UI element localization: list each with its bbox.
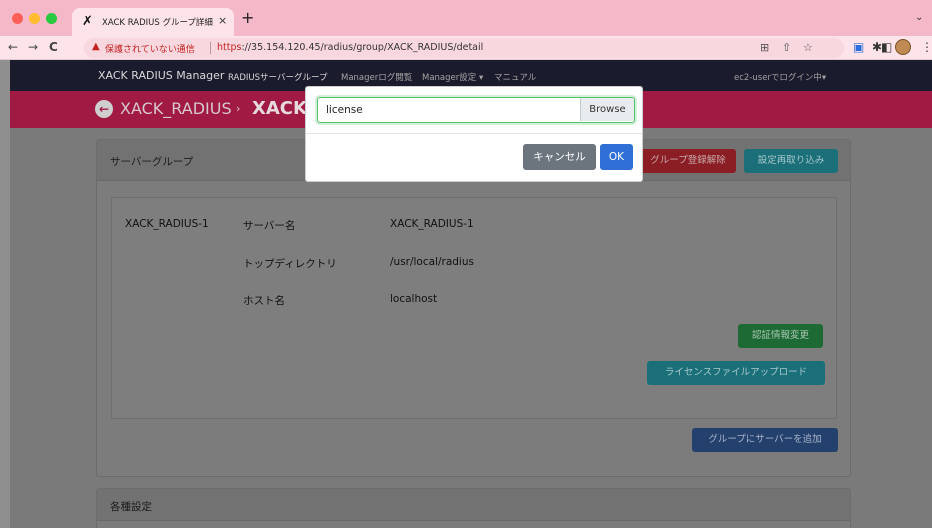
field-label-top-directory: トップディレクトリ (243, 258, 337, 270)
reload-icon[interactable]: C (49, 40, 58, 54)
field-label-hostname: ホスト名 (243, 295, 285, 307)
server-group-card: サーバーグループ グループ登録解除 設定再取り込み XACK_RADIUS-1 … (96, 139, 851, 477)
breadcrumb-arrow-icon: › (236, 102, 241, 115)
settings-header: 各種設定 (97, 489, 850, 521)
server-heading: XACK_RADIUS-1 (125, 218, 209, 230)
bookmark-star-icon[interactable]: ☆ (803, 41, 813, 55)
browser-tab-strip: ✗ XACK RADIUS グループ詳細 × + ⌄ (0, 0, 932, 36)
security-warning[interactable]: 保護されていない通信 (105, 42, 195, 55)
app-brand[interactable]: XACK RADIUS Manager (98, 69, 224, 82)
back-arrow-icon[interactable]: ← (8, 40, 18, 54)
new-tab-icon[interactable]: + (241, 10, 254, 26)
license-upload-modal: license Browse キャンセル OK (305, 86, 643, 182)
unregister-group-button[interactable]: グループ登録解除 (640, 149, 736, 173)
field-label-server-name: サーバー名 (243, 220, 296, 232)
extension-window-icon[interactable]: ▣ (853, 40, 864, 54)
url-path: ://35.154.120.45/radius/group/XACK_RADIU… (241, 42, 484, 53)
server-panel: XACK_RADIUS-1 サーバー名 XACK_RADIUS-1 トップディレ… (111, 197, 837, 419)
browser-menu-icon[interactable]: ⋮ (921, 40, 932, 54)
change-auth-button[interactable]: 認証情報変更 (738, 324, 823, 348)
xack-favicon-icon: ✗ (82, 14, 93, 29)
browse-button[interactable]: Browse (580, 98, 634, 121)
address-separator (210, 42, 211, 54)
settings-title: 各種設定 (110, 501, 152, 513)
settings-card: 各種設定 (96, 488, 851, 528)
back-circle-arrow-icon[interactable]: ← (95, 100, 113, 118)
field-value-top-directory: /usr/local/radius (390, 256, 474, 268)
address-bar[interactable]: ▲ 保護されていない通信 https://35.154.120.45/radiu… (84, 38, 844, 58)
breadcrumb-root[interactable]: XACK_RADIUS (120, 99, 232, 118)
tab-search-icon[interactable]: ⌄ (915, 12, 923, 23)
cancel-button[interactable]: キャンセル (523, 144, 596, 170)
license-upload-button[interactable]: ライセンスファイルアップロード (647, 361, 825, 385)
warning-triangle-icon[interactable]: ▲ (92, 41, 100, 52)
sidepanel-icon[interactable]: ◧ (881, 40, 892, 54)
field-value-hostname: localhost (390, 293, 438, 305)
license-file-input[interactable]: license Browse (317, 97, 635, 123)
modal-divider (306, 133, 642, 134)
window-zoom-button[interactable] (46, 13, 57, 24)
reload-settings-button[interactable]: 設定再取り込み (744, 149, 838, 173)
share-icon[interactable]: ⇧ (782, 41, 791, 55)
login-user-menu[interactable]: ec2-userでログイン中▾ (734, 71, 826, 83)
license-file-name: license (326, 104, 363, 116)
nav-manager-logs[interactable]: Managerログ閲覧 (341, 71, 412, 83)
window-minimize-button[interactable] (29, 13, 40, 24)
url-text[interactable]: https://35.154.120.45/radius/group/XACK_… (217, 42, 483, 53)
ok-button[interactable]: OK (600, 144, 633, 170)
field-value-server-name: XACK_RADIUS-1 (390, 218, 474, 230)
browser-tab[interactable]: ✗ XACK RADIUS グループ詳細 × (72, 8, 234, 36)
profile-avatar[interactable] (895, 39, 911, 55)
translate-icon[interactable]: ⊞ (760, 41, 769, 55)
add-server-button[interactable]: グループにサーバーを追加 (692, 428, 838, 452)
browser-toolbar: ← → C ▲ 保護されていない通信 https://35.154.120.45… (0, 36, 932, 60)
server-group-title: サーバーグループ (110, 156, 194, 168)
window-close-button[interactable] (12, 13, 23, 24)
nav-manual[interactable]: マニュアル (494, 71, 536, 83)
tab-close-icon[interactable]: × (218, 14, 227, 27)
tab-title: XACK RADIUS グループ詳細 (102, 18, 213, 28)
nav-manager-settings[interactable]: Manager設定 ▾ (422, 71, 483, 83)
forward-arrow-icon[interactable]: → (28, 40, 38, 54)
url-scheme: https (217, 42, 242, 53)
nav-radius-groups[interactable]: RADIUSサーバーグループ (228, 71, 327, 83)
